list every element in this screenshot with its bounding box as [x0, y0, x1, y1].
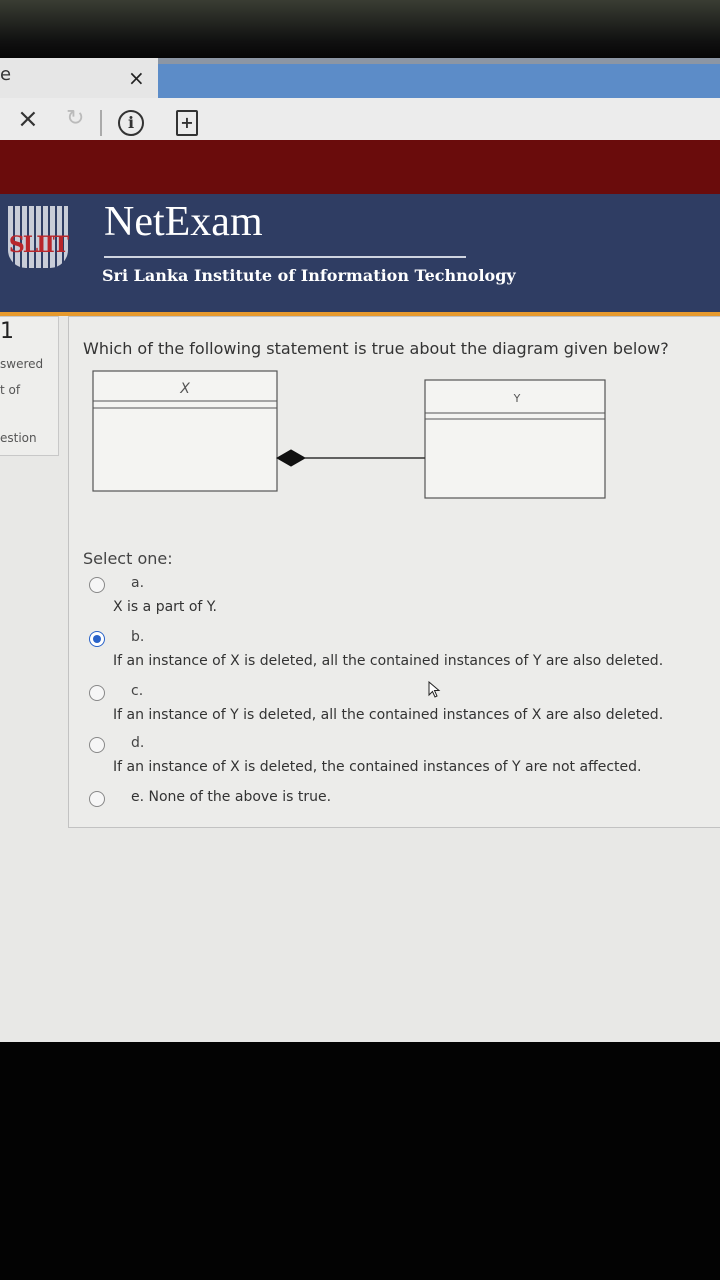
monitor-bezel-bottom — [0, 1042, 720, 1280]
option-e-text: e. None of the above is true. — [131, 789, 332, 805]
top-red-bar — [0, 140, 720, 194]
tab-title: e — [0, 64, 12, 85]
close-icon[interactable]: × — [17, 104, 39, 134]
uml-diagram: X Y — [92, 370, 606, 499]
option-d-letter: d. — [131, 735, 145, 751]
class-box-x: X — [92, 370, 278, 492]
option-d-radio[interactable] — [89, 737, 105, 753]
select-one-label: Select one: — [83, 549, 173, 568]
monitor-bezel-top — [0, 0, 720, 60]
new-tab-area[interactable] — [158, 64, 720, 98]
screen: e × × ↻ i + SLIIT NetExam Sri Lanka Inst… — [0, 0, 720, 1280]
option-a-text: X is a part of Y. — [113, 599, 217, 615]
site-header: SLIIT NetExam Sri Lanka Institute of Inf… — [0, 194, 720, 316]
option-c-text: If an instance of Y is deleted, all the … — [113, 707, 664, 723]
option-e-radio[interactable] — [89, 791, 105, 807]
tab-strip: e × — [0, 58, 720, 98]
class-box-y: Y — [424, 379, 606, 499]
brand-title: NetExam — [104, 199, 263, 245]
flag-question-link[interactable]: estion — [0, 431, 37, 445]
question-number: 1 — [0, 319, 14, 344]
class-x-label: X — [179, 381, 190, 397]
question-state: swered — [0, 357, 44, 371]
question-info-panel: 1 swered t of estion — [0, 316, 59, 456]
refresh-icon[interactable]: ↻ — [66, 106, 84, 131]
option-c-radio[interactable] — [89, 685, 105, 701]
composition-diamond — [275, 449, 307, 467]
option-b-radio[interactable] — [89, 631, 105, 647]
option-a-radio[interactable] — [89, 577, 105, 593]
option-c-letter: c. — [131, 683, 144, 699]
tab-close-icon[interactable]: × — [128, 66, 145, 90]
page-content: SLIIT NetExam Sri Lanka Institute of Inf… — [0, 140, 720, 1042]
class-y-label: Y — [513, 392, 521, 405]
add-page-icon[interactable]: + — [176, 110, 198, 136]
option-b-text: If an instance of X is deleted, all the … — [113, 653, 664, 669]
browser-tab[interactable]: e × — [0, 58, 158, 98]
question-box: Which of the following statement is true… — [68, 316, 720, 828]
brand-divider — [104, 256, 466, 258]
toolbar-divider — [100, 110, 102, 136]
option-a-letter: a. — [131, 575, 145, 591]
option-b-letter: b. — [131, 629, 145, 645]
info-icon[interactable]: i — [118, 110, 144, 136]
logo-text: SLIIT — [8, 232, 69, 258]
brand-subtitle: Sri Lanka Institute of Information Techn… — [102, 266, 516, 285]
option-d-text: If an instance of X is deleted, the cont… — [113, 759, 642, 775]
question-mark: t of — [0, 383, 21, 397]
mouse-cursor-icon — [428, 681, 441, 698]
